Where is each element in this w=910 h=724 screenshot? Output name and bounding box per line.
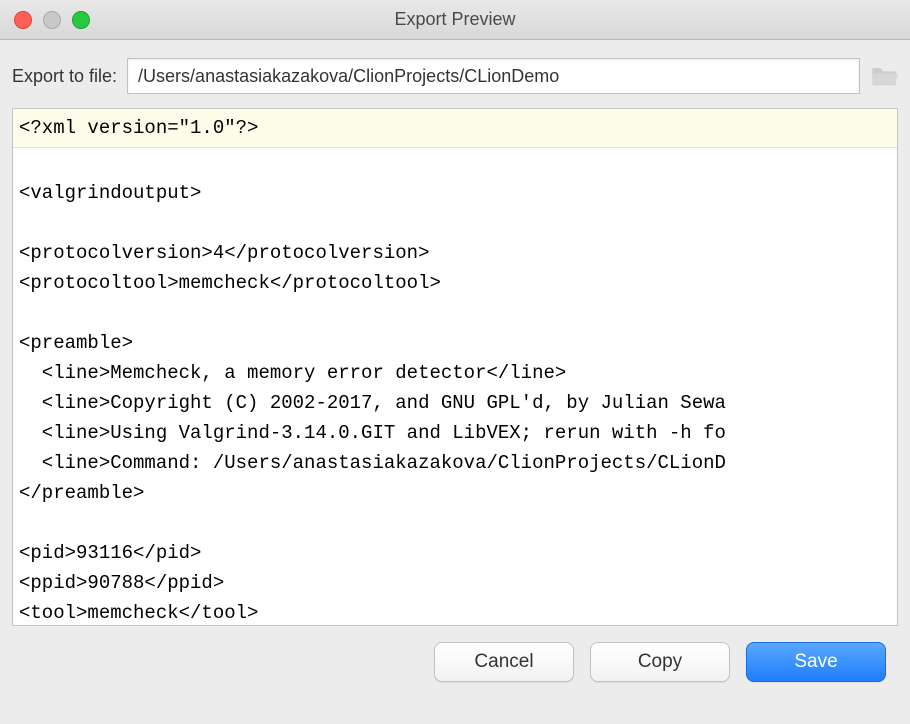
preview-highlighted-line: <?xml version="1.0"?>	[13, 109, 897, 148]
cancel-button[interactable]: Cancel	[434, 642, 574, 682]
folder-open-icon[interactable]	[870, 64, 898, 88]
dialog-button-row: Cancel Copy Save	[12, 626, 898, 682]
window-controls	[0, 11, 90, 29]
export-file-row: Export to file:	[12, 58, 898, 94]
minimize-window-button[interactable]	[43, 11, 61, 29]
preview-textarea[interactable]: <?xml version="1.0"?> <valgrindoutput> <…	[12, 108, 898, 626]
save-button[interactable]: Save	[746, 642, 886, 682]
titlebar: Export Preview	[0, 0, 910, 40]
copy-button[interactable]: Copy	[590, 642, 730, 682]
export-path-input[interactable]	[127, 58, 860, 94]
export-file-label: Export to file:	[12, 66, 117, 87]
close-window-button[interactable]	[14, 11, 32, 29]
dialog-content: Export to file: <?xml version="1.0"?> <v…	[0, 40, 910, 694]
zoom-window-button[interactable]	[72, 11, 90, 29]
window-title: Export Preview	[0, 9, 910, 30]
preview-body: <valgrindoutput> <protocolversion>4</pro…	[13, 148, 897, 626]
